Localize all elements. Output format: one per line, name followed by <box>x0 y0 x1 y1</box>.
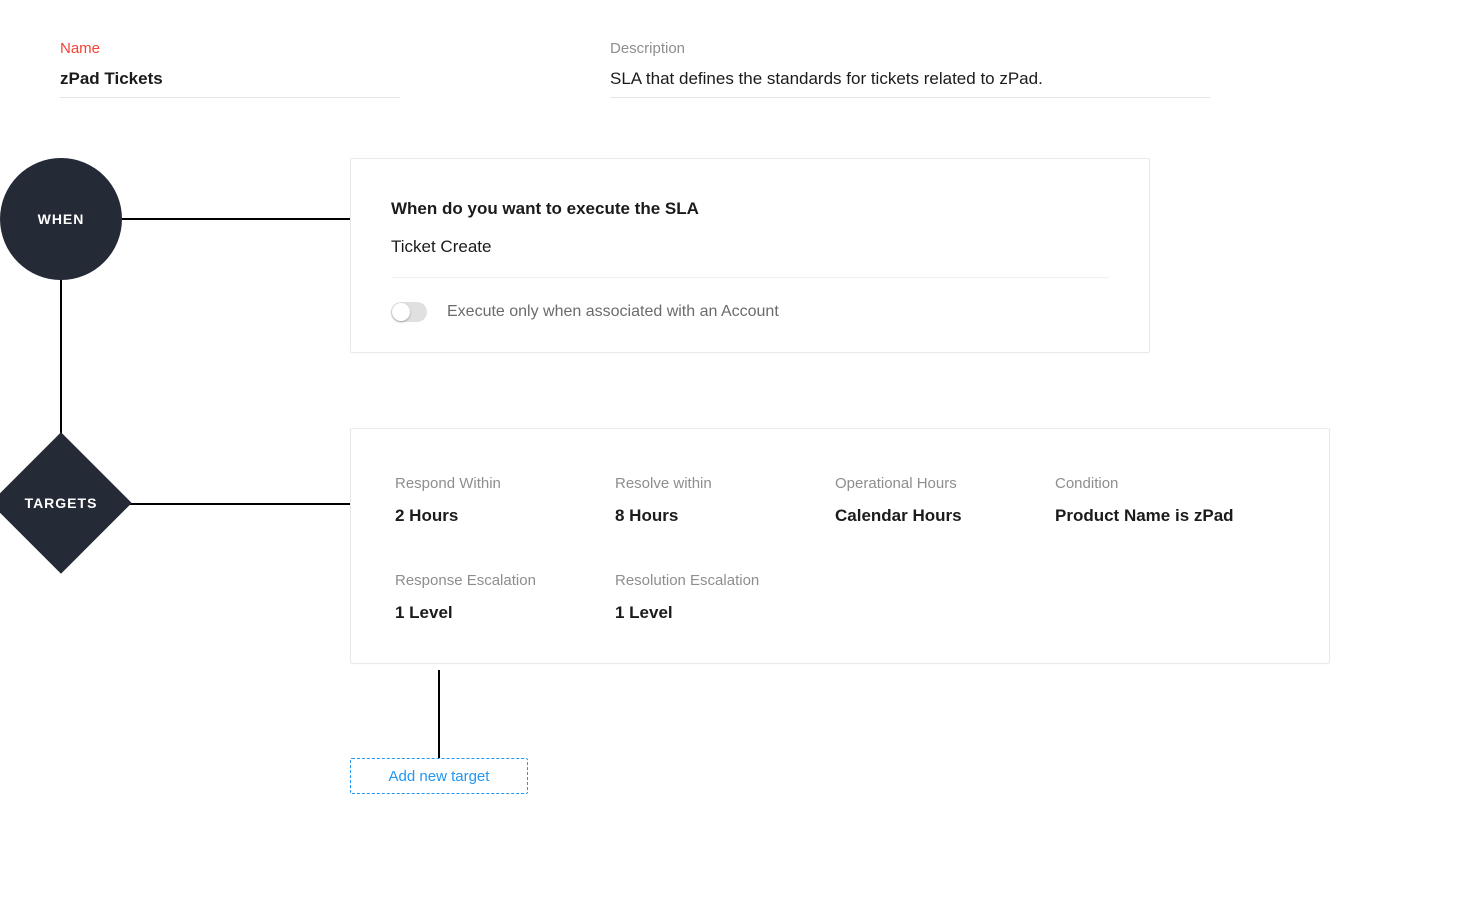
respond-within-value: 2 Hours <box>395 506 615 526</box>
operational-hours-value: Calendar Hours <box>835 506 1055 526</box>
description-label: Description <box>610 40 1210 57</box>
resolve-within-label: Resolve within <box>615 475 835 492</box>
resolve-within-item: Resolve within 8 Hours <box>615 475 835 526</box>
targets-card[interactable]: Respond Within 2 Hours Resolve within 8 … <box>350 428 1330 664</box>
when-node[interactable]: WHEN <box>0 158 122 280</box>
connector-targets-add <box>438 670 440 758</box>
condition-item: Condition Product Name is zPad <box>1055 475 1289 526</box>
response-escalation-value: 1 Level <box>395 603 615 623</box>
resolution-escalation-label: Resolution Escalation <box>615 572 835 589</box>
resolution-escalation-item: Resolution Escalation 1 Level <box>615 572 835 623</box>
targets-node[interactable]: TARGETS <box>0 442 122 564</box>
operational-hours-item: Operational Hours Calendar Hours <box>835 475 1055 526</box>
account-toggle-label: Execute only when associated with an Acc… <box>447 303 779 321</box>
name-value[interactable]: zPad Tickets <box>60 69 400 98</box>
name-field-group[interactable]: Name zPad Tickets <box>60 40 400 98</box>
response-escalation-label: Response Escalation <box>395 572 615 589</box>
when-node-label: WHEN <box>38 211 85 227</box>
add-new-target-button[interactable]: Add new target <box>350 758 528 794</box>
condition-value: Product Name is zPad <box>1055 506 1289 526</box>
connector-targets-card <box>120 503 350 505</box>
when-card[interactable]: When do you want to execute the SLA Tick… <box>350 158 1150 353</box>
description-value[interactable]: SLA that defines the standards for ticke… <box>610 69 1210 98</box>
description-field-group[interactable]: Description SLA that defines the standar… <box>610 40 1210 98</box>
operational-hours-label: Operational Hours <box>835 475 1055 492</box>
add-new-target-label: Add new target <box>389 768 490 785</box>
account-toggle[interactable] <box>391 302 427 322</box>
targets-grid: Respond Within 2 Hours Resolve within 8 … <box>395 475 1289 623</box>
resolve-within-value: 8 Hours <box>615 506 835 526</box>
response-escalation-item: Response Escalation 1 Level <box>395 572 615 623</box>
condition-label: Condition <box>1055 475 1289 492</box>
targets-node-label: TARGETS <box>25 495 98 511</box>
respond-within-item: Respond Within 2 Hours <box>395 475 615 526</box>
name-label: Name <box>60 40 400 57</box>
account-toggle-row: Execute only when associated with an Acc… <box>391 302 1109 322</box>
respond-within-label: Respond Within <box>395 475 615 492</box>
header-fields: Name zPad Tickets Description SLA that d… <box>0 0 1458 98</box>
resolution-escalation-value: 1 Level <box>615 603 835 623</box>
connector-when-targets <box>60 278 62 444</box>
toggle-knob <box>392 303 410 321</box>
connector-when-card <box>122 218 350 220</box>
when-card-heading: When do you want to execute the SLA <box>391 199 1109 219</box>
when-exec-value[interactable]: Ticket Create <box>391 237 1109 278</box>
